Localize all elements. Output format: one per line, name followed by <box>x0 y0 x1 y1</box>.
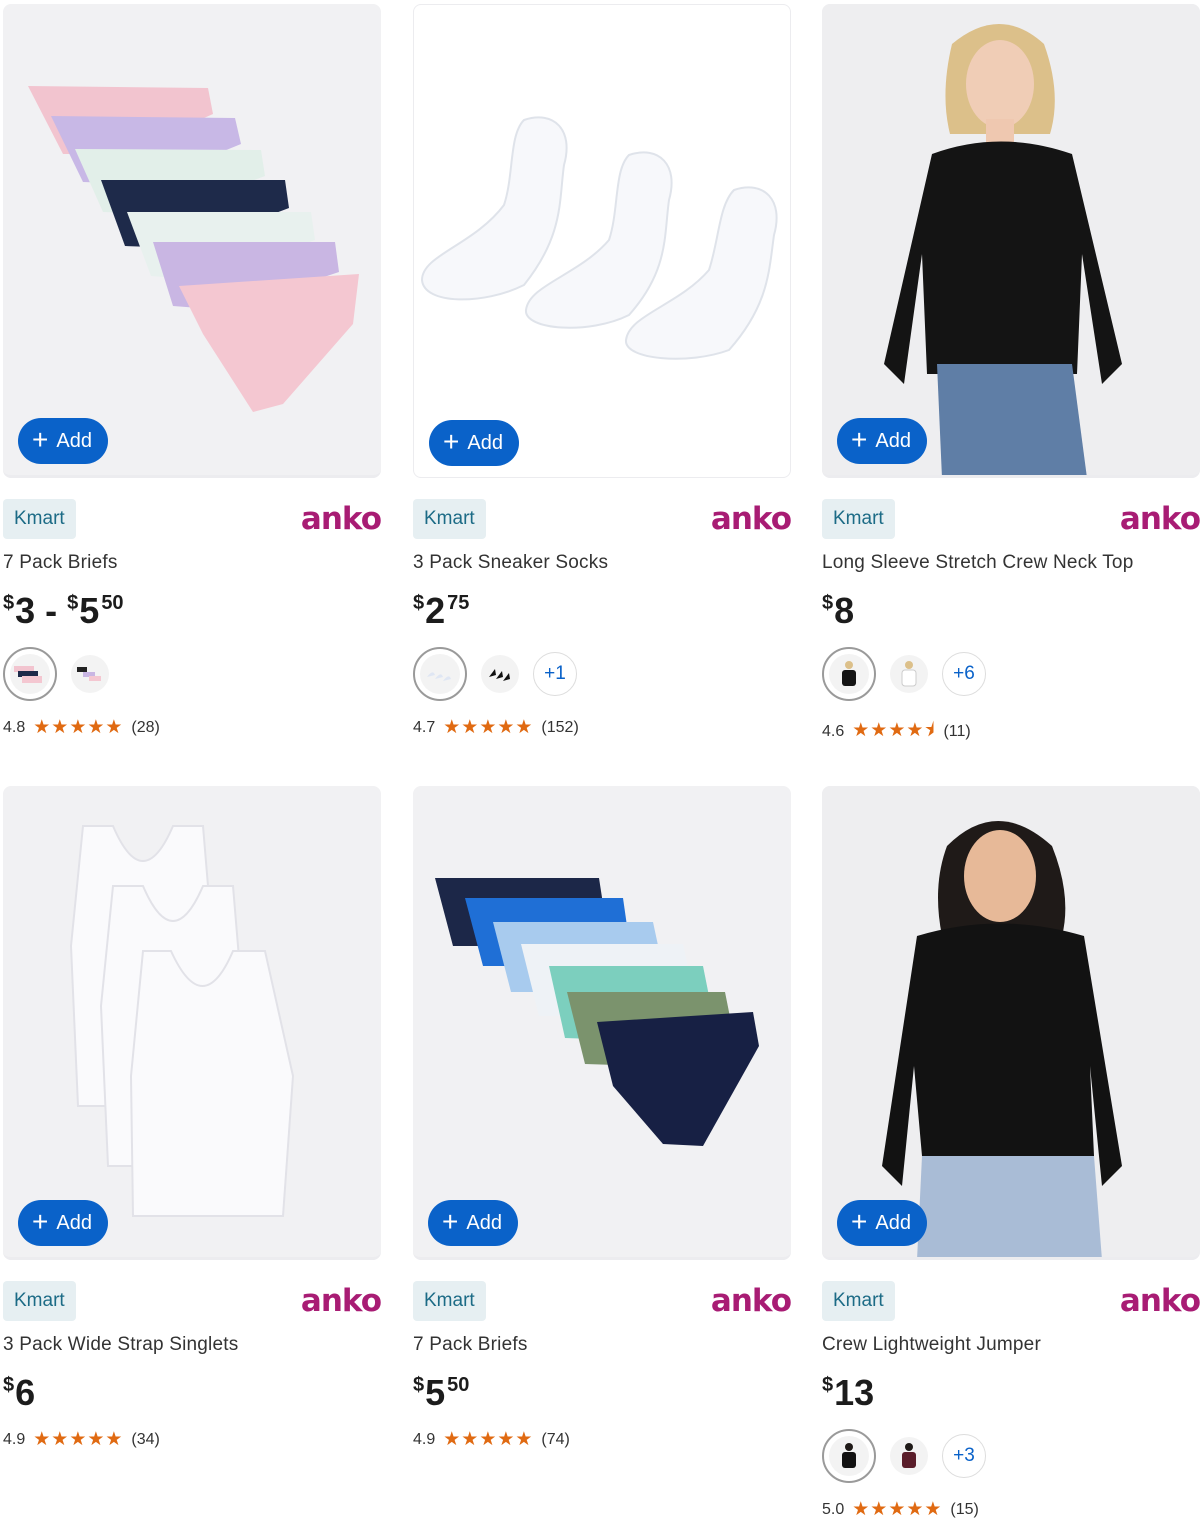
add-to-cart-button[interactable]: + Add <box>18 418 108 464</box>
product-image[interactable]: + Add <box>413 786 791 1260</box>
add-to-cart-button[interactable]: + Add <box>18 1200 108 1246</box>
product-image[interactable]: + Add <box>413 4 791 478</box>
briefs-pastel-image <box>28 86 359 412</box>
brand-logo: anko <box>710 1283 792 1319</box>
brand-logo: anko <box>1119 501 1200 537</box>
add-label: Add <box>875 1211 911 1234</box>
star-icon: ★★★★★ <box>33 1429 124 1450</box>
star-icon: ★★★★★ <box>33 717 124 738</box>
colour-swatches: +1 <box>413 646 791 702</box>
rating-value: 5.0 <box>822 1500 845 1518</box>
retailer-badge: Kmart <box>3 499 76 539</box>
product-card[interactable]: + Add Kmart anko 3 Pack Sneaker Socks $2… <box>413 4 792 739</box>
colour-swatches <box>3 646 381 702</box>
retailer-badge: Kmart <box>413 499 486 539</box>
add-label: Add <box>56 1211 92 1234</box>
product-card[interactable]: + Add Kmart anko 3 Pack Wide Strap Singl… <box>3 786 382 1451</box>
plus-icon: + <box>851 1206 868 1237</box>
model-black-jumper-image <box>822 786 1200 1257</box>
star-icon: ★★★★★ <box>443 717 534 738</box>
brand-logo: anko <box>300 1283 382 1319</box>
product-title[interactable]: Long Sleeve Stretch Crew Neck Top <box>822 552 1200 574</box>
product-rating: 4.9 ★★★★★ (74) <box>413 1428 791 1451</box>
plus-icon: + <box>442 1206 459 1237</box>
product-card[interactable]: + Add Kmart anko 7 Pack Briefs $5 50 4.9 … <box>413 786 792 1451</box>
plus-icon: + <box>851 424 868 455</box>
product-rating: 5.0 ★★★★★ (15) <box>822 1498 1200 1521</box>
add-label: Add <box>875 429 911 452</box>
rating-value: 4.8 <box>3 718 26 736</box>
product-image[interactable]: + Add <box>3 786 381 1260</box>
briefs-blue-image <box>435 878 759 1146</box>
review-count[interactable]: (152) <box>541 719 578 737</box>
rating-value: 4.7 <box>413 718 436 736</box>
product-title[interactable]: 3 Pack Sneaker Socks <box>413 552 791 574</box>
product-rating: 4.8 ★★★★★ (28) <box>3 716 381 739</box>
plus-icon: + <box>443 426 460 457</box>
more-colours-button[interactable]: +3 <box>942 1434 986 1478</box>
retailer-badge: Kmart <box>3 1281 76 1321</box>
product-price: $13 <box>822 1372 875 1413</box>
swatch-option[interactable] <box>890 655 928 693</box>
model-black-top-image <box>822 4 1200 475</box>
swatch-option[interactable] <box>890 1437 928 1475</box>
plus-icon: + <box>32 1206 49 1237</box>
add-label: Add <box>466 1211 502 1234</box>
add-label: Add <box>467 431 503 454</box>
plus-icon: + <box>32 424 49 455</box>
product-price: $6 <box>3 1372 36 1413</box>
swatch-option[interactable] <box>481 655 519 693</box>
more-colours-button[interactable]: +6 <box>942 652 986 696</box>
product-rating: 4.7 ★★★★★ (152) <box>413 716 791 739</box>
star-icon: ★★★★⯨ <box>852 720 936 741</box>
retailer-badge: Kmart <box>822 499 895 539</box>
swatch-option[interactable] <box>71 655 109 693</box>
add-to-cart-button[interactable]: + Add <box>429 420 519 466</box>
add-to-cart-button[interactable]: + Add <box>837 418 927 464</box>
product-card[interactable]: + Add Kmart anko Crew Lightweight Jumper… <box>822 786 1200 1521</box>
swatch-selected[interactable] <box>3 647 57 701</box>
rating-value: 4.6 <box>822 723 845 740</box>
add-to-cart-button[interactable]: + Add <box>837 1200 927 1246</box>
product-price: $5 50 <box>413 1372 470 1413</box>
product-title[interactable]: 7 Pack Briefs <box>3 552 381 574</box>
review-count[interactable]: (74) <box>541 1431 569 1449</box>
product-title[interactable]: 3 Pack Wide Strap Singlets <box>3 1334 381 1356</box>
product-image[interactable]: + Add <box>822 4 1200 478</box>
review-count[interactable]: (34) <box>131 1431 159 1449</box>
socks-image <box>420 116 778 360</box>
more-colours-button[interactable]: +1 <box>533 652 577 696</box>
swatch-selected[interactable] <box>822 1429 876 1483</box>
retailer-badge: Kmart <box>822 1281 895 1321</box>
brand-logo: anko <box>1119 1283 1200 1319</box>
rating-value: 4.9 <box>3 1430 26 1448</box>
product-price: $2 75 <box>413 590 470 631</box>
product-card[interactable]: + Add Kmart anko Long Sleeve Stretch Cre… <box>822 4 1200 748</box>
star-icon: ★★★★★ <box>443 1429 534 1450</box>
singlets-image <box>69 825 295 1217</box>
colour-swatches: +3 <box>822 1428 1200 1484</box>
product-rating: 4.9 ★★★★★ (34) <box>3 1428 381 1451</box>
product-card[interactable]: + Add Kmart anko 7 Pack Briefs $3 - $5 50… <box>3 4 382 739</box>
review-count[interactable]: (11) <box>943 723 970 741</box>
star-icon: ★★★★★ <box>852 1499 943 1520</box>
product-title[interactable]: Crew Lightweight Jumper <box>822 1334 1200 1356</box>
rating-value: 4.9 <box>413 1430 436 1448</box>
product-price: $3 - $5 50 <box>3 590 124 631</box>
swatch-selected[interactable] <box>413 647 467 701</box>
product-price: $8 <box>822 590 855 631</box>
review-count[interactable]: (28) <box>131 719 159 737</box>
add-label: Add <box>56 429 92 452</box>
product-title[interactable]: 7 Pack Briefs <box>413 1334 791 1356</box>
product-rating: 4.6 ★★★★⯨ (11) <box>822 716 1200 748</box>
product-image[interactable]: + Add <box>3 4 381 478</box>
add-to-cart-button[interactable]: + Add <box>428 1200 518 1246</box>
brand-logo: anko <box>710 501 792 537</box>
review-count[interactable]: (15) <box>950 1501 978 1519</box>
retailer-badge: Kmart <box>413 1281 486 1321</box>
product-image[interactable]: + Add <box>822 786 1200 1260</box>
colour-swatches: +6 <box>822 646 1200 702</box>
brand-logo: anko <box>300 501 382 537</box>
swatch-selected[interactable] <box>822 647 876 701</box>
